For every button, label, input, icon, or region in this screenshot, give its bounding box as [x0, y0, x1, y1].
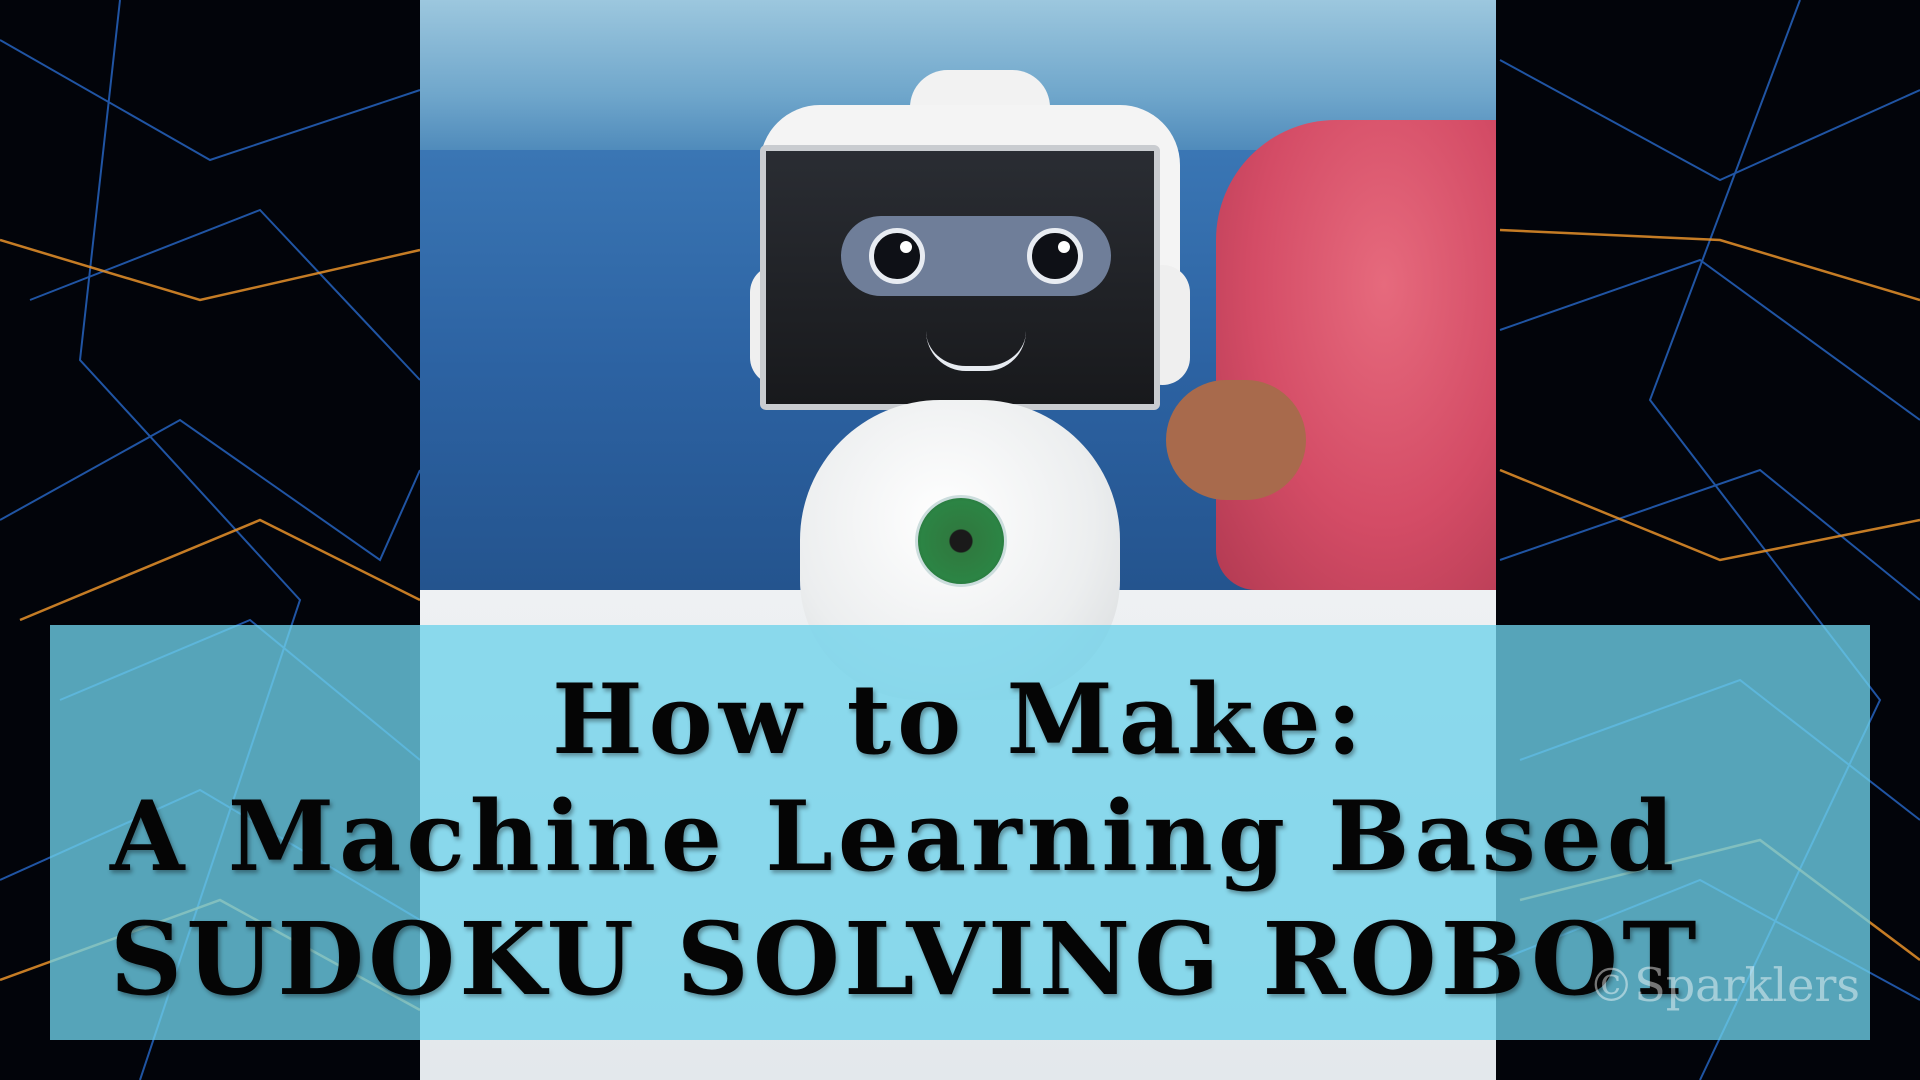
robot-left-eye: [869, 228, 925, 284]
title-line-2: A Machine Learning Based: [110, 780, 1679, 893]
title-line-3: SUDOKU SOLVING ROBOT: [110, 900, 1701, 1018]
watermark: ©Sparklers: [1588, 958, 1860, 1012]
title-line-1: How to Make:: [551, 663, 1369, 776]
robot-face-screen: [760, 145, 1160, 410]
person-in-background: [1216, 120, 1496, 590]
robot-right-eye: [1027, 228, 1083, 284]
robot-head: [750, 105, 1190, 410]
title-overlay: How to Make: A Machine Learning Based SU…: [50, 625, 1870, 1040]
robot-visor: [841, 216, 1111, 296]
robot-camera-module: [915, 495, 1007, 587]
robot-smile: [926, 331, 1026, 371]
